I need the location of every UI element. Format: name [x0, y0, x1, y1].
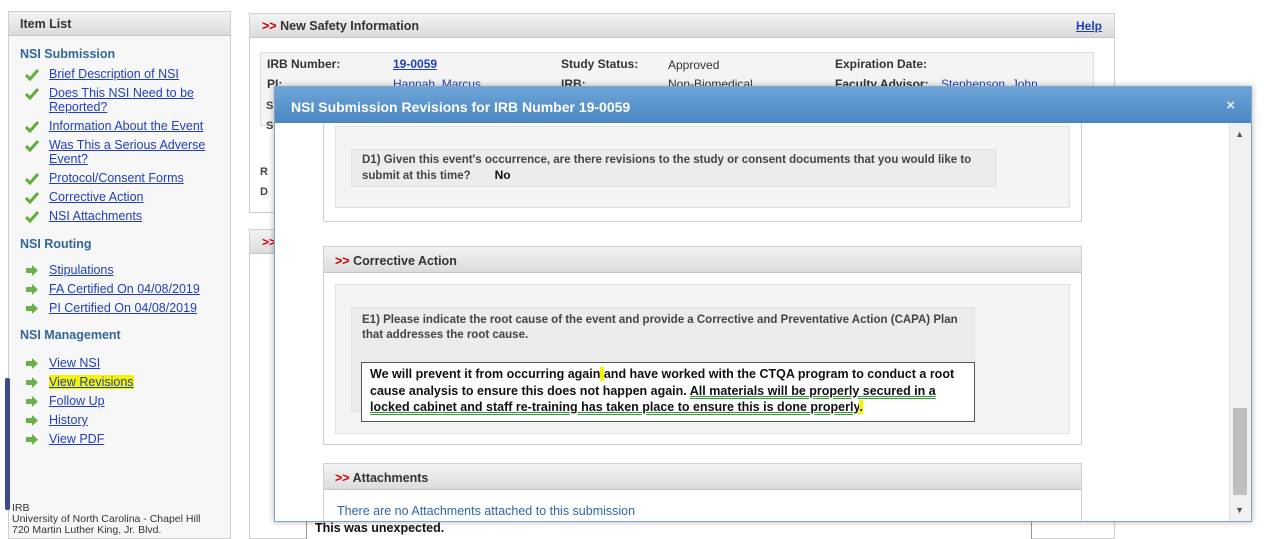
arrow-right-icon: [26, 415, 38, 426]
d1-inner: D1) Given this event's occurrence, are t…: [335, 126, 1070, 208]
scrollbar-thumb[interactable]: [1233, 408, 1247, 495]
revisions-modal: NSI Submission Revisions for IRB Number …: [274, 86, 1252, 522]
link-serious-adverse-event[interactable]: Was This a Serious Adverse Event?: [49, 138, 205, 166]
panel-title: New Safety Information: [280, 19, 420, 33]
side-drawer-handle[interactable]: [5, 378, 10, 510]
list-item[interactable]: Follow Up: [9, 394, 230, 408]
arrow-right-icon: [26, 265, 38, 276]
link-view-revisions[interactable]: View Revisions: [49, 375, 134, 389]
panel-header: >> New Safety Information: [250, 14, 1114, 38]
clipped-label: R: [260, 166, 268, 178]
help-link[interactable]: Help: [1076, 19, 1102, 33]
sidebar-title: Item List: [9, 12, 230, 36]
close-icon[interactable]: ×: [1226, 97, 1235, 114]
link-view-nsi[interactable]: View NSI: [49, 356, 100, 370]
panel-header: >> Corrective Action: [324, 247, 1081, 273]
section-arrow: >>: [262, 19, 277, 33]
link-does-nsi-need-reporting[interactable]: Does This NSI Need to be Reported?: [49, 86, 194, 114]
section-nsi-routing: NSI Routing: [20, 237, 92, 251]
list-item[interactable]: Was This a Serious Adverse Event?: [9, 138, 230, 166]
corrective-action-title: Corrective Action: [353, 254, 457, 268]
check-icon: [25, 121, 39, 133]
list-item[interactable]: Does This NSI Need to be Reported?: [9, 86, 230, 114]
d1-answer: No: [494, 168, 511, 182]
list-item[interactable]: PI Certified On 04/08/2019: [9, 301, 230, 315]
arrow-right-icon: [26, 358, 38, 369]
clipped-label: D: [260, 186, 268, 198]
attachments-panel: >> Attachments There are no Attachments …: [323, 463, 1082, 521]
link-follow-up[interactable]: Follow Up: [49, 394, 105, 408]
link-info-about-event[interactable]: Information About the Event: [49, 119, 203, 133]
nsi-submission-list: Brief Description of NSI Does This NSI N…: [9, 67, 230, 223]
list-item[interactable]: View Revisions: [9, 375, 230, 389]
address-line: 720 Martin Luther King, Jr. Blvd.: [12, 524, 162, 536]
clipped-label: S: [266, 120, 274, 132]
description-text: This was unexpected.: [315, 521, 445, 535]
d1-question: D1) Given this event's occurrence, are t…: [351, 149, 996, 187]
irb-number-link[interactable]: 19-0059: [393, 57, 437, 71]
list-item[interactable]: Protocol/Consent Forms: [9, 171, 230, 185]
check-icon: [25, 173, 39, 185]
study-status-value: Approved: [668, 58, 720, 72]
nsi-management-list: View NSI View Revisions Follow Up Histor…: [9, 356, 230, 446]
list-item[interactable]: NSI Attachments: [9, 209, 230, 223]
list-item[interactable]: Information About the Event: [9, 119, 230, 133]
arrow-right-icon: [26, 303, 38, 314]
item-list-sidebar: Item List NSI Submission Brief Descripti…: [8, 11, 231, 539]
link-stipulations[interactable]: Stipulations: [49, 263, 114, 277]
link-pi-certified[interactable]: PI Certified On 04/08/2019: [49, 301, 197, 315]
list-item[interactable]: Stipulations: [9, 263, 230, 277]
attachments-title: Attachments: [352, 471, 429, 485]
scroll-up-icon[interactable]: ▲: [1235, 129, 1244, 139]
scroll-down-icon[interactable]: ▼: [1235, 505, 1244, 515]
e1-answer-text: We will prevent it from occurring again …: [361, 362, 975, 422]
modal-body: D1) Given this event's occurrence, are t…: [275, 123, 1230, 521]
nsi-routing-list: Stipulations FA Certified On 04/08/2019 …: [9, 263, 230, 315]
e1-question-text: E1) Please indicate the root cause of th…: [362, 314, 958, 341]
arrow-right-icon: [26, 396, 38, 407]
check-icon: [25, 140, 39, 152]
d1-panel: D1) Given this event's occurrence, are t…: [323, 123, 1082, 222]
section-nsi-submission: NSI Submission: [20, 47, 116, 61]
arrow-right-icon: [26, 284, 38, 295]
expiration-date-label: Expiration Date:: [835, 57, 928, 71]
list-item[interactable]: View PDF: [9, 432, 230, 446]
section-nsi-management: NSI Management: [20, 328, 121, 342]
answer-part: We will prevent it from occurring again: [370, 367, 601, 381]
list-item[interactable]: View NSI: [9, 356, 230, 370]
link-nsi-attachments[interactable]: NSI Attachments: [49, 209, 142, 223]
link-history[interactable]: History: [49, 413, 88, 427]
check-icon: [25, 69, 39, 81]
list-item[interactable]: Corrective Action: [9, 190, 230, 204]
irb-address: IRB University of North Carolina - Chape…: [12, 503, 200, 536]
list-item[interactable]: Brief Description of NSI: [9, 67, 230, 81]
check-icon: [25, 192, 39, 204]
check-icon: [25, 88, 39, 100]
arrow-right-icon: [26, 377, 38, 388]
link-fa-certified[interactable]: FA Certified On 04/08/2019: [49, 282, 200, 296]
irb-number-label: IRB Number:: [267, 57, 341, 71]
link-view-pdf[interactable]: View PDF: [49, 432, 104, 446]
corrective-inner: E1) Please indicate the root cause of th…: [335, 284, 1070, 434]
corrective-action-panel: >> Corrective Action E1) Please indicate…: [323, 246, 1082, 445]
modal-title: NSI Submission Revisions for IRB Number …: [275, 87, 1251, 123]
panel-header: >> Attachments: [324, 464, 1081, 490]
section-arrow: >>: [335, 471, 350, 485]
arrow-right-icon: [26, 434, 38, 445]
highlight-mark: .: [859, 400, 863, 414]
check-icon: [25, 211, 39, 223]
list-item[interactable]: History: [9, 413, 230, 427]
d1-question-text: D1) Given this event's occurrence, are t…: [362, 154, 972, 182]
clipped-label: S: [266, 100, 274, 112]
link-brief-description[interactable]: Brief Description of NSI: [49, 67, 179, 81]
list-item[interactable]: FA Certified On 04/08/2019: [9, 282, 230, 296]
no-attachments-message: There are no Attachments attached to thi…: [337, 504, 636, 518]
study-status-label: Study Status:: [561, 57, 639, 71]
link-corrective-action[interactable]: Corrective Action: [49, 190, 143, 204]
link-protocol-consent-forms[interactable]: Protocol/Consent Forms: [49, 171, 184, 185]
section-arrow: >>: [335, 254, 350, 268]
